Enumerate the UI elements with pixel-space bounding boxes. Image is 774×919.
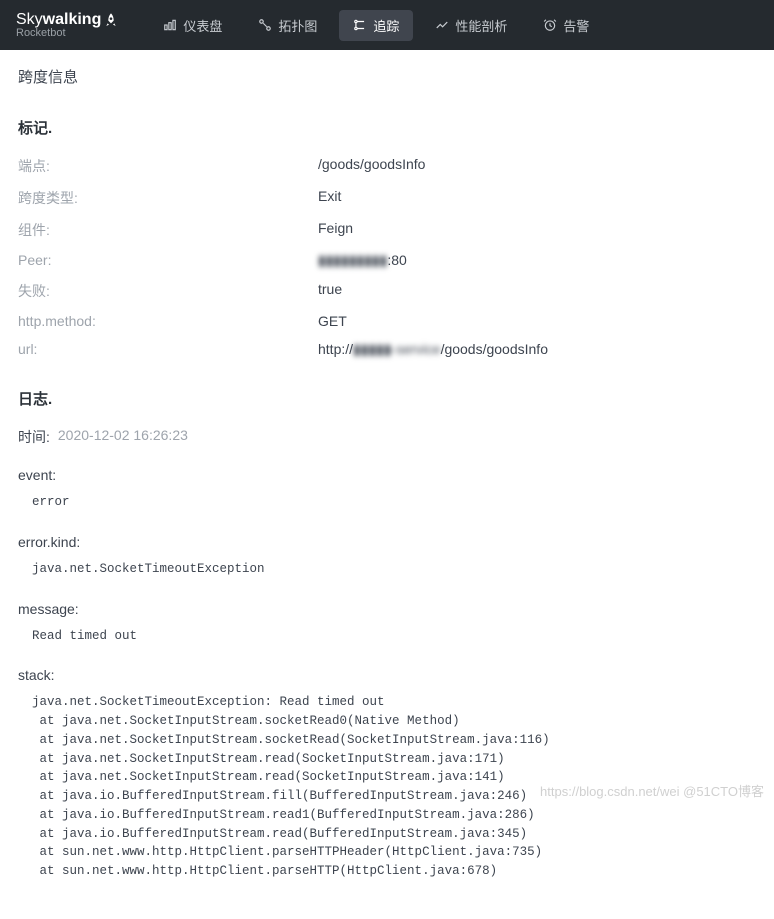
- tag-key: 跨度类型:: [18, 188, 318, 208]
- nav-alarm[interactable]: 告警: [529, 10, 603, 41]
- log-field-value: error: [18, 493, 756, 512]
- tag-row-spantype: 跨度类型: Exit: [18, 188, 756, 208]
- nav-label: 告警: [563, 16, 589, 35]
- redacted-text: ▮▮▮▮▮▮▮▮▮: [318, 252, 387, 269]
- tag-val: ▮▮▮▮▮▮▮▮▮:80: [318, 252, 407, 269]
- tag-key: url:: [18, 341, 318, 358]
- tag-key: 失败:: [18, 281, 318, 301]
- log-field-name: event:: [18, 467, 756, 483]
- log-field-name: stack:: [18, 667, 756, 683]
- rocket-icon: [103, 12, 119, 28]
- tag-val: GET: [318, 313, 347, 329]
- nav-label: 追踪: [373, 16, 399, 35]
- profile-icon: [435, 18, 449, 32]
- tag-row-failed: 失败: true: [18, 281, 756, 301]
- log-field-name: error.kind:: [18, 534, 756, 550]
- logs-heading: 日志.: [18, 388, 756, 409]
- tag-val: /goods/goodsInfo: [318, 156, 425, 176]
- tag-row-httpmethod: http.method: GET: [18, 313, 756, 329]
- log-field-value: java.net.SocketTimeoutException: Read ti…: [18, 693, 756, 881]
- nav-dashboard[interactable]: 仪表盘: [149, 10, 236, 41]
- alarm-icon: [543, 18, 557, 32]
- logs-section: 日志. 时间: 2020-12-02 16:26:23 event: error…: [18, 388, 756, 881]
- log-field-value: Read timed out: [18, 627, 756, 646]
- tag-row-endpoint: 端点: /goods/goodsInfo: [18, 156, 756, 176]
- log-field-name: message:: [18, 601, 756, 617]
- nav-topology[interactable]: 拓扑图: [244, 10, 331, 41]
- log-field-event: event: error: [18, 467, 756, 512]
- tag-row-url: url: http://▮▮▮▮▮-service/goods/goodsInf…: [18, 341, 756, 358]
- top-navigation: Skywalking Rocketbot 仪表盘 拓扑图 追踪 性能剖析 告警: [0, 0, 774, 50]
- nav-trace[interactable]: 追踪: [339, 10, 413, 41]
- tag-row-component: 组件: Feign: [18, 220, 756, 240]
- page-title: 跨度信息: [18, 66, 756, 87]
- log-time-row: 时间: 2020-12-02 16:26:23: [18, 427, 756, 447]
- brand-logo-block[interactable]: Skywalking Rocketbot: [16, 11, 119, 39]
- nav-label: 性能剖析: [455, 16, 507, 35]
- tag-row-peer: Peer: ▮▮▮▮▮▮▮▮▮:80: [18, 252, 756, 269]
- tag-key: http.method:: [18, 313, 318, 329]
- tag-key: Peer:: [18, 252, 318, 269]
- tag-val: Feign: [318, 220, 353, 240]
- tags-list: 端点: /goods/goodsInfo 跨度类型: Exit 组件: Feig…: [18, 156, 756, 358]
- log-time-value: 2020-12-02 16:26:23: [58, 427, 188, 447]
- topology-icon: [258, 18, 272, 32]
- content-area: 跨度信息 标记. 端点: /goods/goodsInfo 跨度类型: Exit…: [0, 50, 774, 919]
- tag-val: true: [318, 281, 342, 301]
- tags-heading: 标记.: [18, 117, 756, 138]
- log-field-value: java.net.SocketTimeoutException: [18, 560, 756, 579]
- brand-subtitle: Rocketbot: [16, 27, 119, 39]
- log-field-message: message: Read timed out: [18, 601, 756, 646]
- tag-val: Exit: [318, 188, 341, 208]
- redacted-text: ▮▮▮▮▮-service: [353, 341, 441, 358]
- log-field-stack: stack: java.net.SocketTimeoutException: …: [18, 667, 756, 881]
- trace-icon: [353, 18, 367, 32]
- dashboard-icon: [163, 18, 177, 32]
- nav-label: 仪表盘: [183, 16, 222, 35]
- log-field-errorkind: error.kind: java.net.SocketTimeoutExcept…: [18, 534, 756, 579]
- nav-items: 仪表盘 拓扑图 追踪 性能剖析 告警: [149, 10, 603, 41]
- nav-label: 拓扑图: [278, 16, 317, 35]
- log-time-label: 时间:: [18, 427, 50, 447]
- tag-key: 端点:: [18, 156, 318, 176]
- nav-profile[interactable]: 性能剖析: [421, 10, 521, 41]
- tag-val: http://▮▮▮▮▮-service/goods/goodsInfo: [318, 341, 548, 358]
- tag-key: 组件:: [18, 220, 318, 240]
